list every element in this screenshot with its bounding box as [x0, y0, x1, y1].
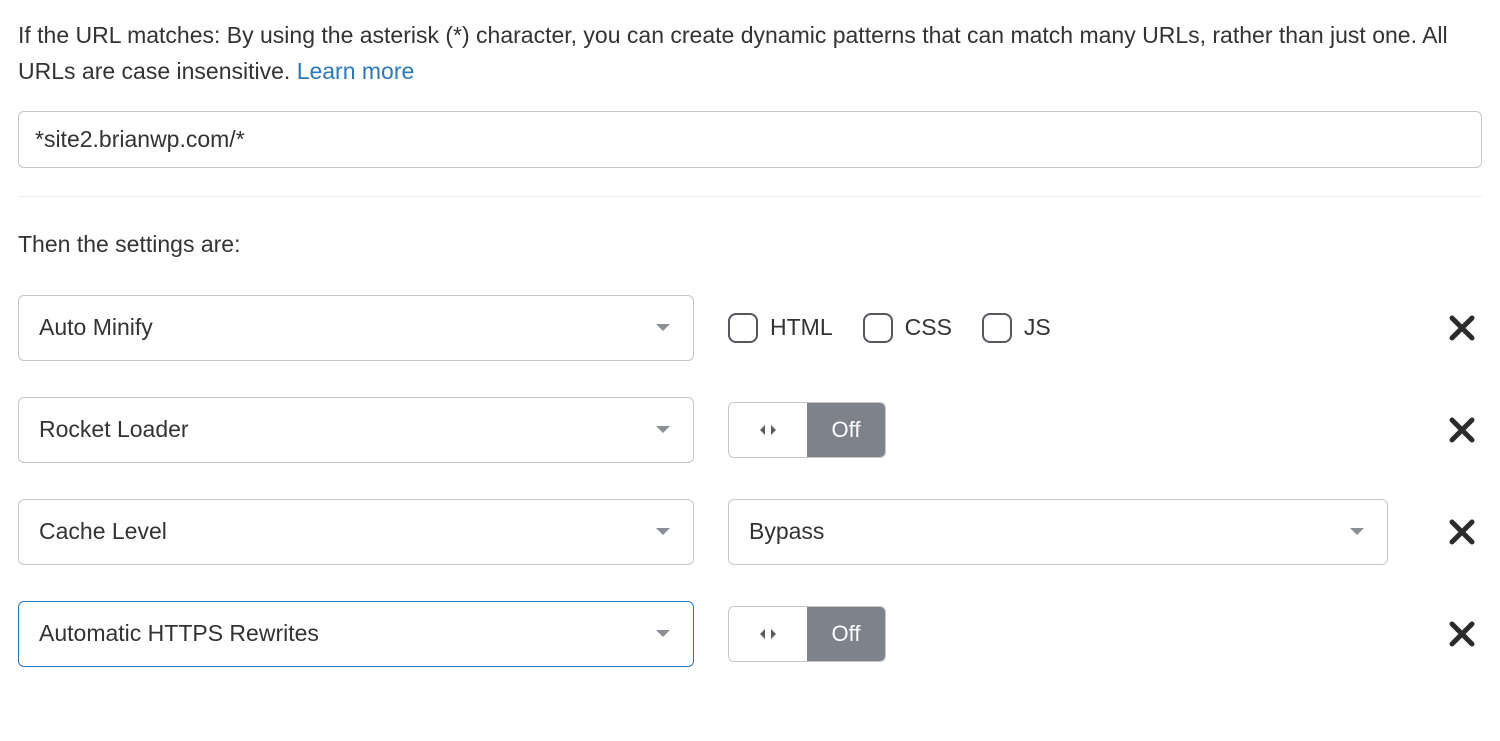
checkbox-label: HTML [770, 310, 833, 346]
remove-row-button[interactable] [1442, 410, 1482, 450]
toggle-https-rewrites[interactable]: Off [728, 606, 886, 662]
toggle-on-segment[interactable] [729, 607, 807, 661]
arrows-horizontal-icon [759, 627, 777, 641]
setting-select-label: Automatic HTTPS Rewrites [39, 616, 319, 652]
checkbox-icon [863, 313, 893, 343]
setting-select-label: Auto Minify [39, 310, 153, 346]
learn-more-link[interactable]: Learn more [297, 58, 415, 84]
arrows-horizontal-icon [759, 423, 777, 437]
url-match-description: If the URL matches: By using the asteris… [18, 18, 1482, 89]
toggle-on-segment[interactable] [729, 403, 807, 457]
setting-select-cache-level[interactable]: Cache Level [18, 499, 694, 565]
toggle-off-segment[interactable]: Off [807, 607, 885, 661]
setting-row-auto-minify: Auto Minify HTML CSS JS [18, 295, 1482, 361]
chevron-down-icon [655, 527, 671, 537]
checkbox-label: CSS [905, 310, 952, 346]
checkbox-html[interactable]: HTML [728, 310, 833, 346]
remove-row-button[interactable] [1442, 308, 1482, 348]
divider [18, 196, 1482, 197]
url-pattern-input[interactable] [18, 111, 1482, 168]
value-select-cache-level[interactable]: Bypass [728, 499, 1388, 565]
checkbox-icon [982, 313, 1012, 343]
setting-row-https-rewrites: Automatic HTTPS Rewrites Off [18, 601, 1482, 667]
checkbox-icon [728, 313, 758, 343]
url-match-description-text: If the URL matches: By using the asteris… [18, 22, 1448, 84]
setting-row-cache-level: Cache Level Bypass [18, 499, 1482, 565]
chevron-down-icon [655, 323, 671, 333]
toggle-rocket-loader[interactable]: Off [728, 402, 886, 458]
setting-select-rocket-loader[interactable]: Rocket Loader [18, 397, 694, 463]
checkbox-css[interactable]: CSS [863, 310, 952, 346]
remove-row-button[interactable] [1442, 512, 1482, 552]
minify-checkbox-group: HTML CSS JS [728, 310, 1398, 346]
setting-select-label: Rocket Loader [39, 412, 189, 448]
chevron-down-icon [1349, 527, 1365, 537]
toggle-off-segment[interactable]: Off [807, 403, 885, 457]
value-select-label: Bypass [749, 514, 824, 550]
checkbox-js[interactable]: JS [982, 310, 1051, 346]
setting-select-label: Cache Level [39, 514, 167, 550]
chevron-down-icon [655, 629, 671, 639]
then-settings-label: Then the settings are: [18, 227, 1482, 263]
setting-select-auto-minify[interactable]: Auto Minify [18, 295, 694, 361]
remove-row-button[interactable] [1442, 614, 1482, 654]
setting-row-rocket-loader: Rocket Loader Off [18, 397, 1482, 463]
checkbox-label: JS [1024, 310, 1051, 346]
setting-select-https-rewrites[interactable]: Automatic HTTPS Rewrites [18, 601, 694, 667]
chevron-down-icon [655, 425, 671, 435]
